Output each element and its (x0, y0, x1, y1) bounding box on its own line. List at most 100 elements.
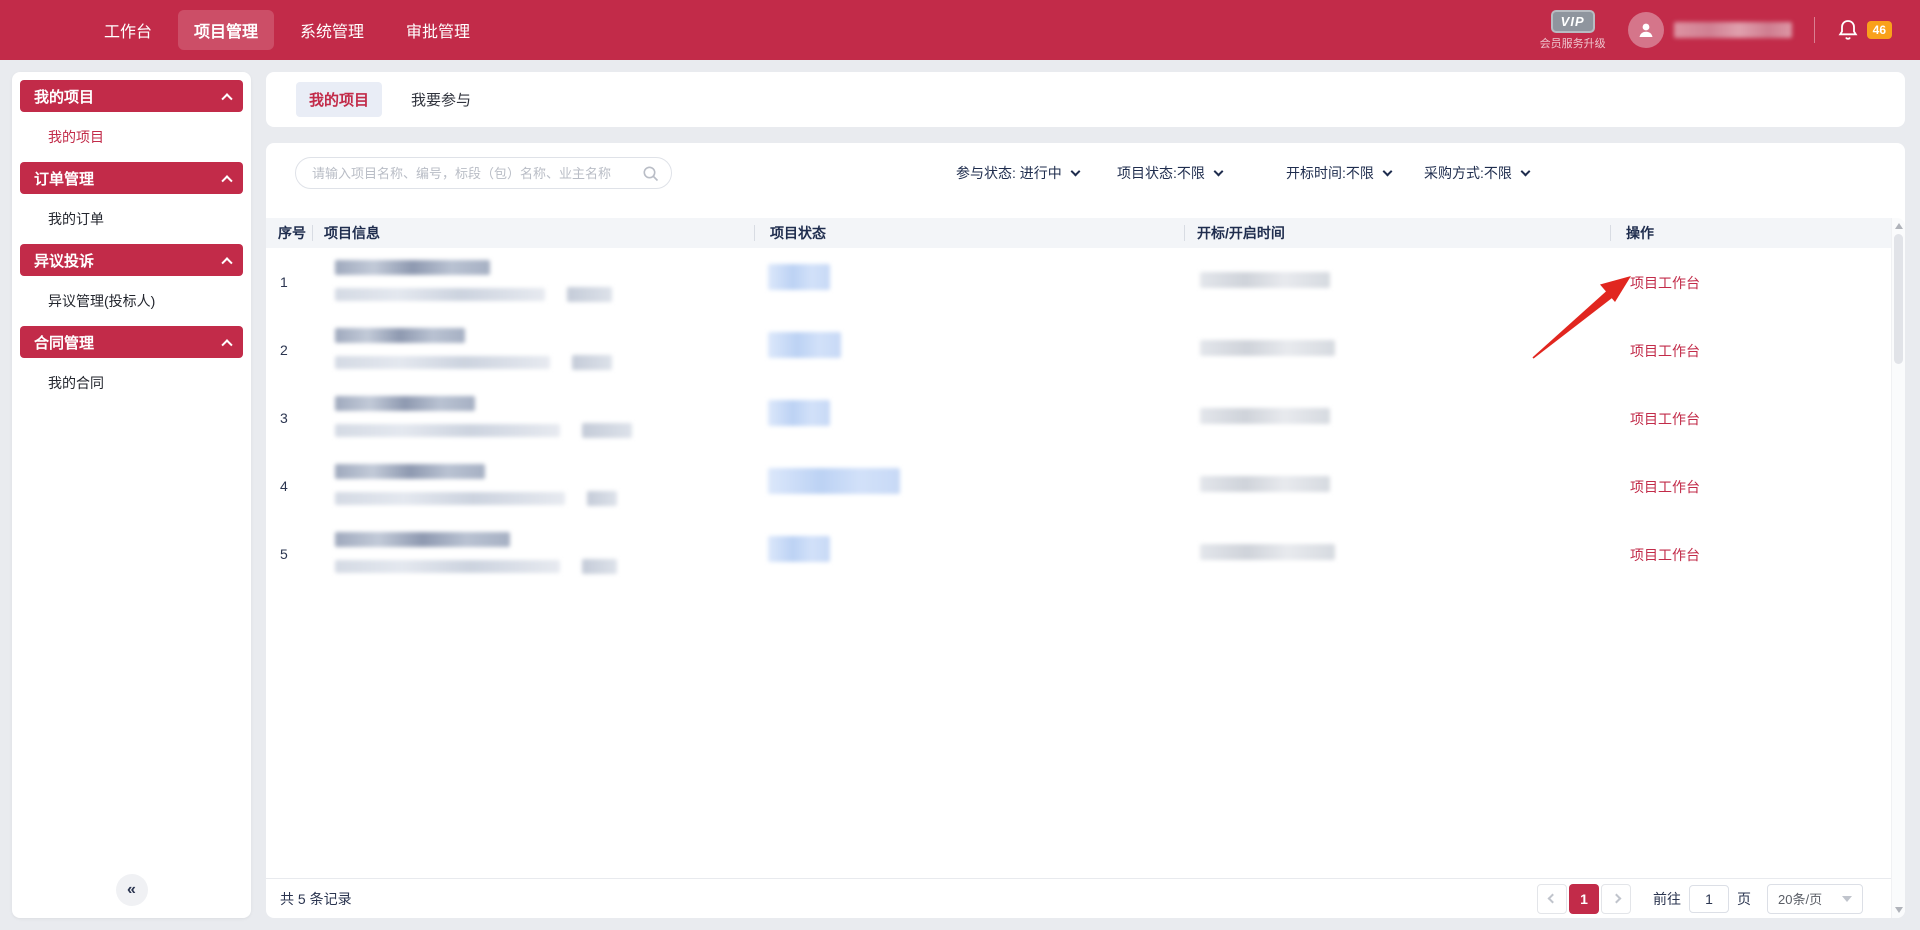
vip-upgrade[interactable]: VIP 会员服务升级 (1540, 10, 1606, 51)
filter-participation-status[interactable]: 参与状态: 进行中 (956, 163, 1079, 183)
project-workbench-link[interactable]: 项目工作台 (1630, 409, 1700, 429)
scroll-down-arrow-icon[interactable] (1895, 907, 1903, 913)
filter-procurement-method[interactable]: 采购方式:不限 (1424, 163, 1529, 183)
col-project-info: 项目信息 (324, 218, 380, 248)
project-title-redacted (335, 464, 485, 479)
tab-my-projects[interactable]: 我的项目 (296, 82, 382, 117)
bell-icon (1837, 18, 1859, 42)
open-time-redacted (1200, 272, 1330, 288)
project-title-redacted (335, 532, 510, 547)
chevron-down-icon (1520, 166, 1530, 176)
scrollbar-thumb[interactable] (1894, 234, 1903, 364)
table-row: 5 项目工作台 (266, 520, 1891, 588)
chevron-up-icon (221, 257, 232, 268)
top-navbar: 工作台 项目管理 系统管理 审批管理 VIP 会员服务升级 46 (0, 0, 1920, 60)
prev-page-button[interactable] (1537, 884, 1567, 914)
nav-item-approval-management[interactable]: 审批管理 (390, 10, 486, 50)
sidebar-section-order-management[interactable]: 订单管理 (20, 162, 243, 194)
project-tag-redacted (587, 491, 617, 506)
open-time-redacted (1200, 544, 1335, 560)
filter-open-time[interactable]: 开标时间:不限 (1286, 163, 1391, 183)
open-time-redacted (1200, 476, 1330, 492)
user-avatar[interactable] (1628, 12, 1664, 48)
chevron-down-icon (1213, 166, 1223, 176)
col-action: 操作 (1626, 218, 1654, 248)
sidebar-item-objection-management[interactable]: 异议管理(投标人) (20, 276, 243, 326)
sidebar-item-my-projects[interactable]: 我的项目 (20, 112, 243, 162)
filter-project-status[interactable]: 项目状态:不限 (1117, 163, 1222, 183)
filter-label: 采购方式:不限 (1424, 163, 1512, 183)
chevron-right-icon (1611, 894, 1621, 904)
project-code-redacted (335, 356, 550, 369)
search-box[interactable] (295, 157, 672, 189)
project-status-badge-redacted (768, 332, 841, 358)
sidebar-item-my-contracts[interactable]: 我的合同 (20, 358, 243, 408)
project-workbench-link[interactable]: 项目工作台 (1630, 477, 1700, 497)
project-code-redacted (335, 560, 560, 573)
sidebar-collapse-button[interactable]: « (116, 874, 148, 906)
project-tag-redacted (572, 355, 612, 370)
nav-item-workbench[interactable]: 工作台 (88, 10, 168, 50)
column-divider (312, 225, 313, 241)
tab-bar: 我的项目 我要参与 (266, 72, 1905, 127)
pagination: 1 前往 页 20条/页 (1537, 884, 1863, 914)
table-row: 2 项目工作台 (266, 316, 1891, 384)
project-status-badge-redacted (768, 536, 830, 562)
vip-caption: 会员服务升级 (1540, 35, 1606, 51)
table-footer: 共 5 条记录 1 前往 页 20条/页 (266, 878, 1891, 918)
project-tag-redacted (567, 287, 612, 302)
project-code-redacted (335, 288, 545, 301)
table-row: 3 项目工作台 (266, 384, 1891, 452)
project-workbench-link[interactable]: 项目工作台 (1630, 545, 1700, 565)
chevron-up-icon (221, 339, 232, 350)
caret-down-icon (1842, 896, 1852, 902)
row-index: 5 (280, 546, 288, 562)
next-page-button[interactable] (1601, 884, 1631, 914)
page-size-select[interactable]: 20条/页 (1767, 884, 1863, 914)
sidebar-section-contract-management[interactable]: 合同管理 (20, 326, 243, 358)
search-input[interactable] (312, 166, 642, 181)
row-index: 4 (280, 478, 288, 494)
row-index: 2 (280, 342, 288, 358)
project-workbench-link[interactable]: 项目工作台 (1630, 273, 1700, 293)
project-code-redacted (335, 492, 565, 505)
page-unit-label: 页 (1737, 889, 1751, 909)
row-index: 1 (280, 274, 288, 290)
chevron-left-icon (1547, 894, 1557, 904)
project-workbench-link[interactable]: 项目工作台 (1630, 341, 1700, 361)
vertical-scrollbar[interactable] (1891, 218, 1905, 918)
scroll-up-arrow-icon[interactable] (1895, 223, 1903, 229)
sidebar-item-my-orders[interactable]: 我的订单 (20, 194, 243, 244)
sidebar-section-my-projects[interactable]: 我的项目 (20, 80, 243, 112)
main-content-card: 参与状态: 进行中 项目状态:不限 开标时间:不限 采购方式:不限 序号 项目信… (266, 143, 1905, 918)
project-title-redacted (335, 328, 465, 343)
chevron-down-icon (1382, 166, 1392, 176)
section-label: 合同管理 (34, 332, 94, 353)
nav-item-system-management[interactable]: 系统管理 (284, 10, 380, 50)
notification-area[interactable]: 46 (1837, 18, 1892, 42)
project-code-redacted (335, 424, 560, 437)
person-icon (1636, 20, 1656, 40)
column-divider (1184, 225, 1185, 241)
username-redacted[interactable] (1674, 22, 1792, 38)
current-page-button[interactable]: 1 (1569, 884, 1599, 914)
search-icon[interactable] (642, 165, 659, 182)
table-header: 序号 项目信息 项目状态 开标/开启时间 操作 (266, 218, 1891, 248)
section-label: 我的项目 (34, 86, 94, 107)
sidebar-section-objection-complaint[interactable]: 异议投诉 (20, 244, 243, 276)
table-body: 1 项目工作台 2 项目工作台 3 项目工作台 4 项目工作台 5 (266, 248, 1891, 588)
total-records-text: 共 5 条记录 (280, 889, 352, 909)
section-label: 订单管理 (34, 168, 94, 189)
goto-label: 前往 (1653, 889, 1681, 909)
open-time-redacted (1200, 408, 1330, 424)
notification-count-badge: 46 (1867, 21, 1892, 39)
project-status-badge-redacted (768, 264, 830, 290)
tab-want-to-participate[interactable]: 我要参与 (398, 82, 484, 117)
project-title-redacted (335, 396, 475, 411)
goto-page-input[interactable] (1689, 885, 1729, 913)
project-status-badge-redacted (768, 400, 830, 426)
table-row: 1 项目工作台 (266, 248, 1891, 316)
col-project-status: 项目状态 (770, 218, 826, 248)
nav-item-project-management[interactable]: 项目管理 (178, 10, 274, 50)
open-time-redacted (1200, 340, 1335, 356)
